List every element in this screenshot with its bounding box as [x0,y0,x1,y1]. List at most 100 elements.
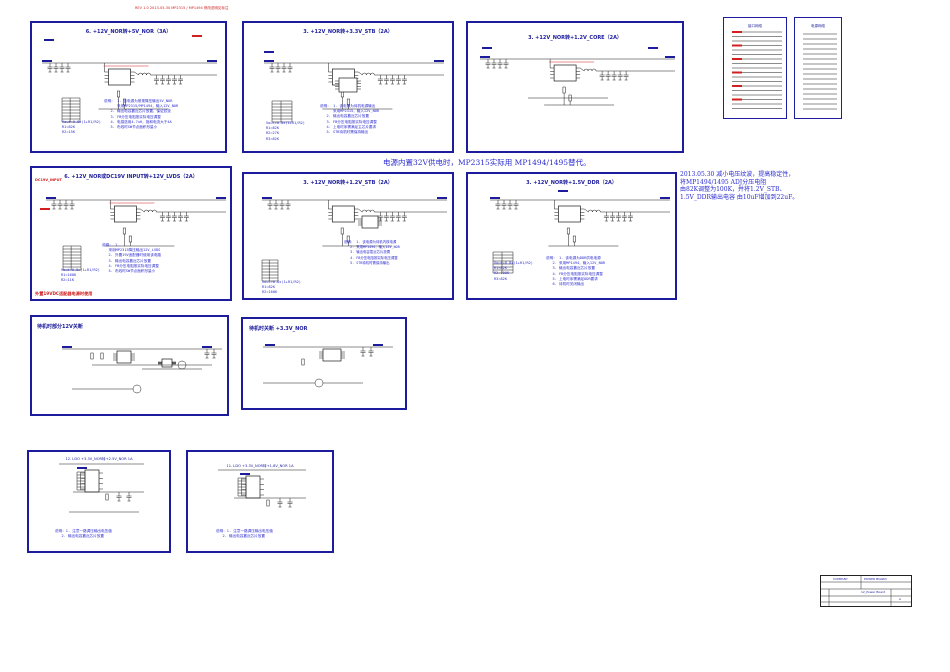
vout-formula: Vout=0.8x(1+R1/R2) R1=82K R2=15K [62,120,101,135]
net-label [264,60,274,62]
inductor-coil [142,72,147,76]
design-notes: 说明： 1. 该电源为DDR供电电源 2. 采用MP1494，输入12V_NOR… [546,256,606,287]
block-12v-lvds: 6. +12V_NOR或DC19V INPUT转+12V_LVDS（2A） DC… [30,166,232,301]
inductor-coil [146,72,151,76]
net-label [665,56,675,58]
inductor-coil [588,209,593,213]
net-label [732,31,742,33]
ic-chip [114,205,137,223]
net-label [216,197,226,199]
block-1v2-core: 3. +12V_NOR转+1.2V_CORE（2A） [466,21,684,153]
resistor [301,358,305,366]
inductor-coil [138,72,143,76]
design-notes: 说明： 1. 该电源为待机电源输出 采用MP2315，输入12V_NOR 2. … [320,104,380,135]
block-5v-nor: 6. +12V_NOR转+5V_NOR（3A） 说明： 1. 该电源为常规降压输… [30,21,227,153]
resistor [117,90,120,98]
net-label [240,473,250,475]
company-name: COMPANY [833,577,848,581]
circuit-ldo-2v5 [59,463,144,513]
inductor-coil [144,209,149,213]
ic-chip [553,64,577,82]
net-label [264,51,274,53]
inductor-coil [587,68,593,72]
net-label [732,71,742,74]
net-label [732,58,742,60]
circuit-standby-3v3 [263,344,393,388]
net-label [732,85,742,87]
wire [134,71,139,76]
resistor [90,352,94,360]
net-label [434,60,444,62]
resistor [122,227,126,235]
net-label [660,197,670,199]
design-notes: 说明：1. 注意一路调压输出电压值 2. 输出电容靠近芯片放置 [55,529,112,539]
resistor [100,352,104,360]
net-label [373,344,383,346]
net-label [437,197,447,199]
vout-formula: Vout=0.8x(1+R1/R2) R1=82K R2=27K R3=82K [266,121,305,141]
net-label [44,39,54,41]
design-notes: 说明： 1. 采用MP2315降压输出12V_LVDS 2. 外置19V适配器时… [102,243,162,274]
circuit-standby-12v [62,346,222,394]
wire [579,67,585,72]
vout-formula: Vout=0.8x(1+R1/R2) R1=82K R2=160K [262,280,301,295]
ic-chip [116,350,132,364]
title-block: COMPANY POWER BOARD 12_Power Board A [820,575,912,607]
revision: A [899,597,902,601]
vout-formula: Vout=0.8x(1+R1/R2) R1=160K R2=11K [61,268,100,283]
design-notes: 说明：1. 注意一路调压输出电压值 2. 输出电容靠近芯片放置 [216,529,273,539]
net-label [202,346,212,348]
transistor [314,378,324,388]
ic-chip [361,215,379,229]
net-label [62,346,72,348]
inductor-coil [583,68,589,72]
drawing-name: POWER BOARD [864,577,887,581]
inductor-coil [596,209,601,213]
net-label [490,197,500,199]
circuit-ldo-1v8 [218,469,306,508]
block-interface-nets: 接口网络 [723,17,787,119]
net-label [732,44,742,47]
resistor [128,235,132,243]
wire [140,208,145,213]
external-adapter-warning: 外置19VDC适配器电源时使用 [35,291,93,296]
net-label [558,190,568,192]
transistor [132,384,142,394]
net-label [46,197,56,199]
inductor-coil [370,72,375,76]
inductor-coil [370,209,375,213]
wire [358,71,363,76]
resistor [105,493,109,501]
sheet-name: 12_Power Board [861,590,886,594]
revision-note: REV 1.0 2013-05-30 MP2315 / MP1494 修改说明见… [135,6,229,10]
net-label [480,56,490,58]
inductor-coil [152,209,157,213]
net-list-left [732,31,782,109]
ic-chip [84,469,100,493]
block-1v5-ddr: 3. +12V_NOR转+1.5V_DDR（2A） 说明： 1. 该电源为DDR… [466,172,677,300]
ic-chip [161,358,173,368]
net-label [262,197,272,199]
inductor-coil [362,209,367,213]
net-label [192,35,202,37]
schematic-sheet: REV 1.0 2013-05-30 MP2315 / MP1494 修改说明见… [0,0,950,672]
ic-chip [338,77,358,93]
inductor-coil [362,72,367,76]
resistor [562,86,566,94]
resistor [266,499,270,507]
block-standby-12v-off: 待机时部分12V关断 [30,315,229,416]
block-standby-3v3-off: 待机时关断 +3.3V_NOR [241,317,407,410]
ic-chip [108,68,131,86]
design-notes: 说明： 1. 该电源为待机内核电源 2. 采用MP1494，输入12V_NOR … [344,240,400,265]
inductor-coil [592,209,597,213]
net-label [207,60,217,62]
wire [358,208,363,213]
block-3v3-stb: 3. +12V_NOR转+3.3V_STB（2A） 说明： 1. 该电源为待机电… [242,21,454,153]
ic-chip [331,205,355,223]
net-label [77,467,87,469]
resistor [340,227,344,235]
net-label [40,208,50,210]
net-label [42,60,52,62]
net-label [732,98,742,101]
resistor [566,227,570,235]
